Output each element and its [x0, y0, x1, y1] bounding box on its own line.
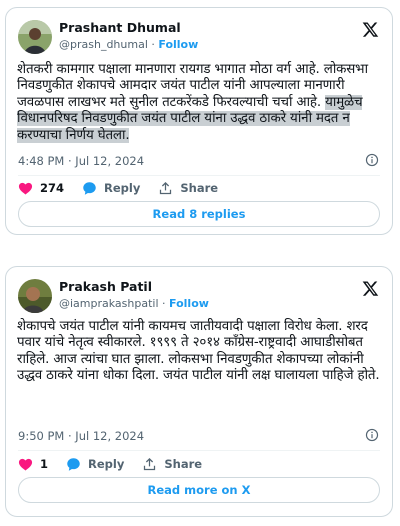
share-label: Share	[164, 457, 203, 471]
tweet-card: Prashant Dhumal @prash_dhumal · Follow श…	[5, 7, 393, 235]
info-icon[interactable]	[365, 153, 379, 167]
share-icon	[144, 457, 156, 470]
like-action[interactable]: 274	[18, 181, 64, 196]
tweet-card: Prakash Patil @iamprakashpatil · Follow …	[5, 266, 393, 517]
author-name[interactable]: Prashant Dhumal	[59, 20, 181, 35]
x-logo-icon[interactable]	[362, 280, 379, 297]
tweet-timestamp[interactable]: 4:48 PM · Jul 12, 2024	[18, 154, 144, 168]
info-icon[interactable]	[365, 428, 379, 442]
like-action[interactable]: 1	[18, 457, 48, 472]
tweet-actions: 274 Reply Share	[18, 179, 236, 197]
tweet-actions: 1 Reply Share	[18, 455, 220, 473]
like-count: 1	[40, 457, 49, 471]
heart-icon	[18, 458, 33, 470]
reply-label: Reply	[88, 457, 125, 471]
separator-dot: ·	[151, 38, 155, 51]
share-icon	[160, 181, 172, 194]
avatar[interactable]	[18, 279, 52, 313]
reply-action[interactable]: Reply	[66, 457, 124, 472]
author-name[interactable]: Prakash Patil	[59, 279, 152, 294]
tweet-text-plain: शेतकरी कामगार पक्षाला मानणारा रायगड भागा…	[17, 62, 368, 110]
tweet-header: Prakash Patil @iamprakashpatil · Follow	[6, 267, 392, 321]
reply-bubble-icon	[67, 457, 80, 471]
avatar[interactable]	[18, 20, 52, 54]
read-replies-button[interactable]: Read 8 replies	[18, 201, 380, 227]
like-count: 274	[40, 181, 65, 195]
tweet-timestamp[interactable]: 9:50 PM · Jul 12, 2024	[18, 429, 144, 443]
reply-label: Reply	[104, 181, 141, 195]
author-handle[interactable]: @prash_dhumal	[59, 38, 148, 51]
tweet-text: शेकापचे जयंत पाटील यांनी कायमच जातीयवादी…	[17, 319, 380, 384]
heart-icon	[18, 182, 33, 194]
author-handle[interactable]: @iamprakashpatil	[59, 297, 159, 310]
reply-action[interactable]: Reply	[82, 181, 140, 196]
share-label: Share	[180, 181, 219, 195]
separator-dot: ·	[162, 297, 166, 310]
read-more-button[interactable]: Read more on X	[18, 477, 380, 503]
share-action[interactable]: Share	[142, 457, 202, 472]
author-handle-line: @prash_dhumal · Follow	[59, 38, 198, 51]
follow-button[interactable]: Follow	[169, 297, 209, 310]
tweet-header: Prashant Dhumal @prash_dhumal · Follow	[6, 8, 392, 62]
tweet-text: शेतकरी कामगार पक्षाला मानणारा रायगड भागा…	[17, 62, 380, 144]
reply-bubble-icon	[83, 181, 96, 195]
divider	[18, 450, 380, 451]
x-logo-icon[interactable]	[362, 21, 379, 38]
divider	[18, 175, 380, 176]
follow-button[interactable]: Follow	[158, 38, 198, 51]
author-handle-line: @iamprakashpatil · Follow	[59, 297, 209, 310]
share-action[interactable]: Share	[158, 181, 218, 196]
